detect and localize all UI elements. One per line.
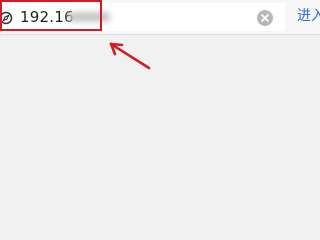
go-button[interactable]: 进入	[297, 7, 320, 25]
annotation-highlight-box	[0, 0, 102, 31]
annotation-arrow-icon	[109, 42, 151, 70]
clear-icon[interactable]	[257, 10, 273, 26]
